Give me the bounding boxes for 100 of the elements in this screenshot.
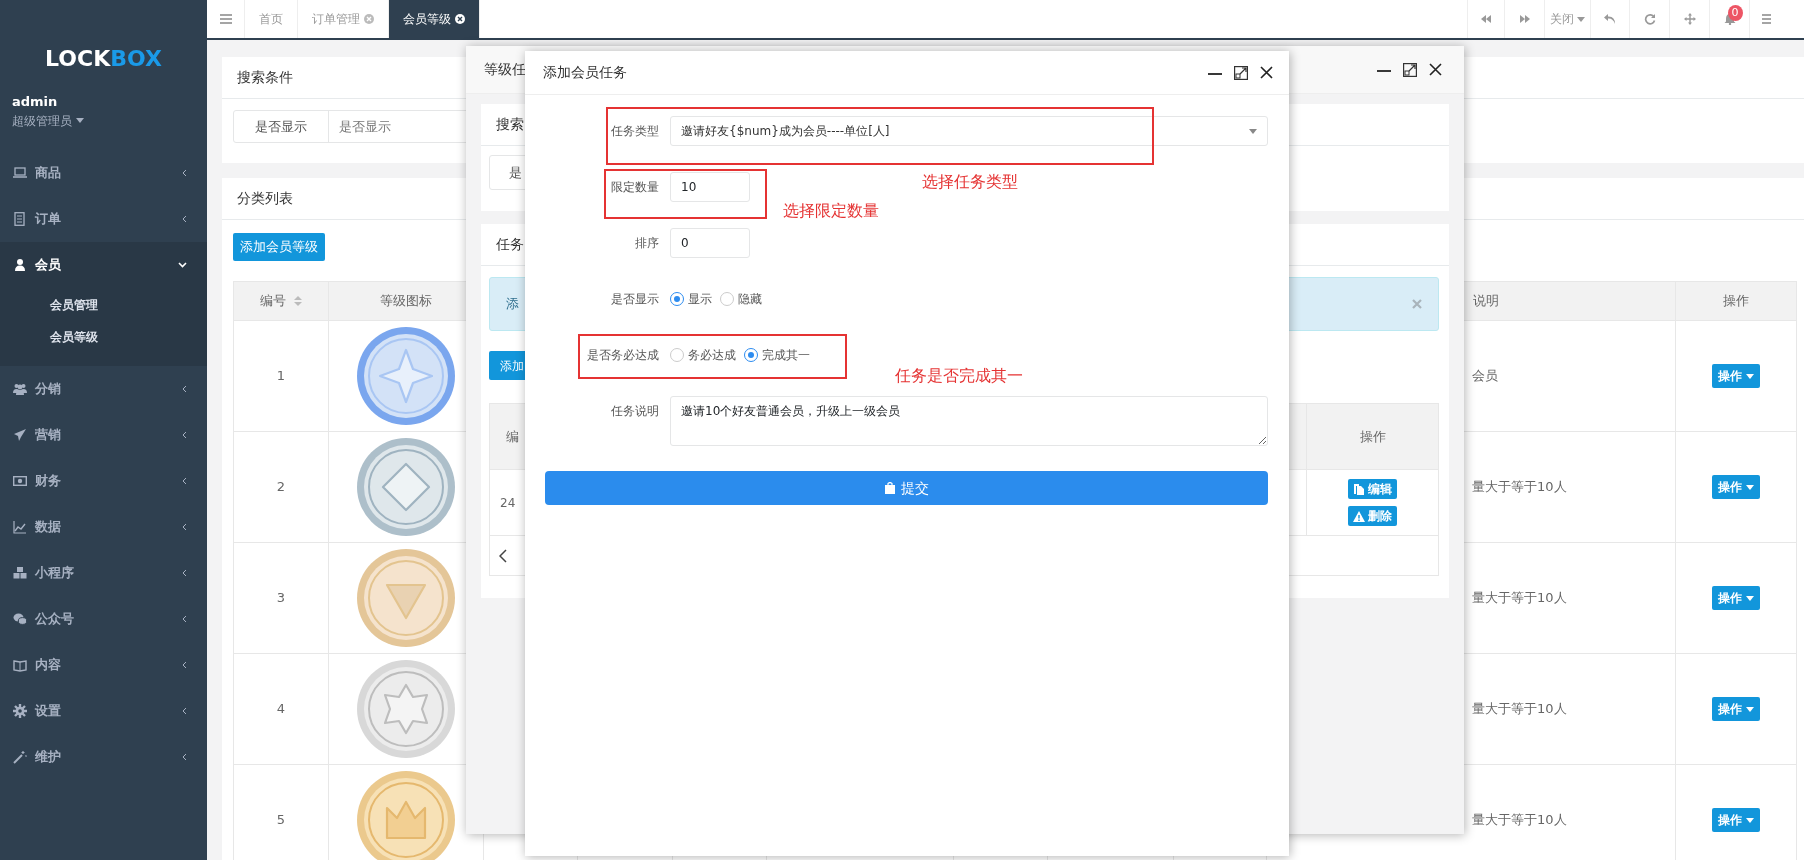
rewind-icon bbox=[1480, 13, 1492, 25]
delete-button[interactable]: 删除 bbox=[1348, 506, 1397, 526]
level-medal-icon bbox=[356, 770, 456, 860]
wand-icon bbox=[13, 750, 27, 764]
user-icon bbox=[13, 258, 27, 272]
book-icon bbox=[13, 658, 27, 672]
radio-button[interactable] bbox=[744, 348, 758, 362]
caret-icon bbox=[76, 118, 84, 123]
level-medal-icon bbox=[356, 548, 456, 648]
sidebar-item[interactable]: 分销 bbox=[0, 366, 207, 412]
sidebar-item[interactable]: 商品 bbox=[0, 150, 207, 196]
table-cell: 量大于等于10人 bbox=[1472, 701, 1567, 717]
radio-option[interactable]: 隐藏 bbox=[720, 290, 762, 308]
logo: LOCKBOX bbox=[45, 48, 162, 70]
chevron-left-icon bbox=[182, 707, 187, 715]
chevron-left-icon bbox=[182, 215, 187, 223]
caret-icon bbox=[1577, 16, 1585, 22]
table-cell: 量大于等于10人 bbox=[1472, 479, 1567, 495]
edit-button[interactable]: 编辑 bbox=[1348, 479, 1397, 499]
column-header: 操作 bbox=[1359, 428, 1386, 444]
sidebar-item[interactable]: 公众号 bbox=[0, 596, 207, 642]
table-cell: 量大于等于10人 bbox=[1472, 590, 1567, 606]
sidebar-item[interactable]: 内容 bbox=[0, 642, 207, 688]
banknote-icon bbox=[13, 474, 27, 488]
sidebar-item[interactable]: 维护 bbox=[0, 734, 207, 780]
submit-button[interactable]: 提交 bbox=[545, 471, 1268, 505]
field-label: 限定数量 bbox=[610, 179, 659, 196]
close-icon[interactable] bbox=[1260, 66, 1273, 79]
fast-forward-icon bbox=[1518, 13, 1531, 25]
page-tab[interactable]: 会员等级 bbox=[389, 0, 480, 38]
sidebar-item[interactable]: 数据 bbox=[0, 504, 207, 550]
bag-icon bbox=[884, 482, 895, 494]
move-icon bbox=[1683, 13, 1696, 25]
sidebar-item[interactable]: 营销 bbox=[0, 412, 207, 458]
task-type-select[interactable]: 邀请好友{$num}成为会员----单位[人] bbox=[670, 116, 1268, 146]
chevron-left-icon bbox=[182, 431, 187, 439]
warning-icon bbox=[1353, 510, 1365, 522]
level-medal-icon bbox=[356, 659, 456, 759]
chevron-left-icon bbox=[182, 661, 187, 669]
document-icon bbox=[13, 212, 27, 226]
chevron-left-icon bbox=[182, 385, 187, 393]
caret-icon bbox=[1746, 706, 1754, 712]
chevron-left-icon[interactable] bbox=[499, 549, 507, 564]
radio-option[interactable]: 显示 bbox=[670, 290, 712, 308]
chevron-left-icon bbox=[182, 477, 187, 485]
radio-button[interactable] bbox=[670, 292, 684, 306]
field-label: 任务说明 bbox=[610, 403, 659, 420]
menu-icon bbox=[219, 14, 232, 24]
description-textarea[interactable]: 邀请10个好友普通会员，升级上一级会员 bbox=[670, 396, 1268, 446]
close-icon[interactable] bbox=[1429, 63, 1442, 76]
caret-icon bbox=[1746, 817, 1754, 823]
chevron-left-icon bbox=[182, 169, 187, 177]
laptop-icon bbox=[13, 166, 27, 180]
column-header: 说明 bbox=[1473, 293, 1499, 309]
menu-icon bbox=[1762, 14, 1771, 24]
annotation-text: 选择限定数量 bbox=[783, 200, 879, 222]
undo-icon bbox=[1604, 13, 1616, 25]
chevron-left-icon bbox=[182, 615, 187, 623]
submenu-item[interactable]: 会员等级 bbox=[0, 320, 104, 352]
number-input[interactable]: 10 bbox=[670, 172, 750, 202]
chevron-down-icon bbox=[178, 262, 187, 268]
line-chart-icon bbox=[13, 520, 27, 534]
actions-dropdown[interactable]: 操作 bbox=[1712, 475, 1760, 499]
close-icon[interactable] bbox=[455, 14, 465, 24]
dialog-title: 添加会员任务 bbox=[543, 63, 627, 82]
alert-text: 添 bbox=[506, 295, 519, 314]
user-name: admin bbox=[12, 93, 58, 111]
submenu-item[interactable]: 会员管理 bbox=[0, 288, 104, 320]
field-label: 是否务必达成 bbox=[586, 347, 659, 364]
sidebar-item[interactable]: 小程序 bbox=[0, 550, 207, 596]
column-header: 操作 bbox=[1723, 293, 1749, 309]
actions-dropdown[interactable]: 操作 bbox=[1712, 586, 1760, 610]
table-cell: 2 bbox=[276, 479, 286, 495]
caret-icon bbox=[1249, 128, 1257, 134]
actions-dropdown[interactable]: 操作 bbox=[1712, 808, 1760, 832]
add-level-button[interactable]: 添加会员等级 bbox=[233, 233, 325, 261]
refresh-icon bbox=[1643, 13, 1656, 25]
radio-button[interactable] bbox=[670, 348, 684, 362]
caret-icon bbox=[1746, 595, 1754, 601]
user-role[interactable]: 超级管理员 bbox=[12, 111, 72, 130]
number-input[interactable]: 0 bbox=[670, 228, 750, 258]
caret-icon bbox=[1746, 373, 1754, 379]
table-cell: 会员 bbox=[1472, 368, 1498, 384]
column-header: 等级图标 bbox=[380, 293, 432, 309]
dialog-title: 等级任 bbox=[484, 60, 526, 79]
actions-dropdown[interactable]: 操作 bbox=[1712, 364, 1760, 388]
chevron-left-icon bbox=[182, 569, 187, 577]
actions-dropdown[interactable]: 操作 bbox=[1712, 697, 1760, 721]
sidebar-item[interactable]: 订单 bbox=[0, 196, 207, 242]
radio-button[interactable] bbox=[720, 292, 734, 306]
sidebar-item[interactable]: 设置 bbox=[0, 688, 207, 734]
table-cell: 24 bbox=[500, 495, 516, 510]
sidebar-item[interactable]: 会员 bbox=[0, 242, 207, 288]
maximize-icon[interactable] bbox=[1234, 65, 1248, 80]
radio-option[interactable]: 完成其一 bbox=[744, 346, 810, 364]
sidebar-item[interactable]: 财务 bbox=[0, 458, 207, 504]
sort-icon[interactable] bbox=[294, 295, 302, 307]
copy-icon bbox=[1353, 483, 1365, 495]
radio-option[interactable]: 务必达成 bbox=[670, 346, 736, 364]
maximize-icon[interactable] bbox=[1403, 62, 1417, 77]
